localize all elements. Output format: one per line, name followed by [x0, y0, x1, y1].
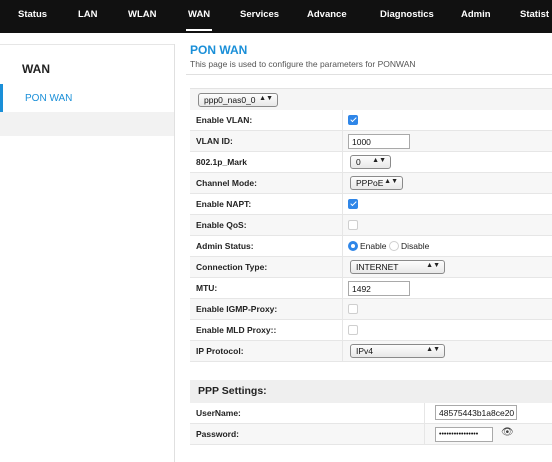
page-description: This page is used to configure the param…: [190, 59, 416, 69]
p-mark-label: 802.1p_Mark: [196, 157, 248, 167]
select-arrows-icon: ▲▼: [372, 157, 386, 164]
username-label: UserName:: [196, 408, 241, 418]
ppp-settings-heading: PPP Settings:: [190, 380, 552, 403]
vlan-id-label: VLAN ID:: [196, 136, 233, 146]
admin-status-disable-radio[interactable]: [389, 241, 399, 251]
row-connection-type: Connection Type: INTERNET ▲▼: [190, 257, 552, 278]
tab-services[interactable]: Services: [240, 0, 279, 33]
row-enable-qos: Enable QoS:: [190, 215, 552, 236]
row-admin-status: Admin Status: Enable Disable: [190, 236, 552, 257]
p-mark-select[interactable]: 0 ▲▼: [350, 155, 391, 169]
row-enable-vlan: Enable VLAN:: [190, 110, 552, 131]
enable-vlan-checkbox[interactable]: [348, 115, 358, 125]
tab-status[interactable]: Status: [18, 0, 47, 33]
show-password-eye-icon[interactable]: 👁: [501, 427, 514, 438]
admin-status-label: Admin Status:: [196, 241, 254, 251]
tab-wlan[interactable]: WLAN: [128, 0, 157, 33]
admin-status-disable-label: Disable: [401, 241, 430, 251]
tab-admin[interactable]: Admin: [461, 0, 491, 33]
row-mtu: MTU: 1492: [190, 278, 552, 299]
row-enable-napt: Enable NAPT:: [190, 194, 552, 215]
mld-proxy-label: Enable MLD Proxy::: [196, 325, 277, 335]
row-igmp-proxy: Enable IGMP-Proxy:: [190, 299, 552, 320]
channel-mode-select[interactable]: PPPoE ▲▼: [350, 176, 403, 190]
ip-protocol-label: IP Protocol:: [196, 346, 244, 356]
vlan-id-input[interactable]: 1000: [348, 134, 410, 149]
row-password: Password: •••••••••••••••• 👁: [190, 424, 552, 445]
tab-diagnostics[interactable]: Diagnostics: [380, 0, 434, 33]
channel-mode-select-value: PPPoE: [356, 178, 384, 188]
tab-advance[interactable]: Advance: [307, 0, 347, 33]
igmp-proxy-checkbox[interactable]: [348, 304, 358, 314]
row-ip-protocol: IP Protocol: IPv4 ▲▼: [190, 341, 552, 362]
connection-type-label: Connection Type:: [196, 262, 268, 272]
channel-mode-label: Channel Mode:: [196, 178, 257, 188]
row-p-mark: 802.1p_Mark 0 ▲▼: [190, 152, 552, 173]
tab-wan[interactable]: WAN: [185, 0, 213, 33]
admin-status-enable-radio[interactable]: [348, 241, 358, 251]
enable-napt-checkbox[interactable]: [348, 199, 358, 209]
mtu-label: MTU:: [196, 283, 218, 293]
password-input[interactable]: ••••••••••••••••: [435, 427, 493, 442]
ip-protocol-select[interactable]: IPv4 ▲▼: [350, 344, 445, 358]
tab-lan[interactable]: LAN: [78, 0, 98, 33]
tab-statistics[interactable]: Statist: [520, 0, 549, 33]
sidebar-item-pon-wan[interactable]: PON WAN: [0, 84, 174, 112]
enable-qos-checkbox[interactable]: [348, 220, 358, 230]
connection-type-select-value: INTERNET: [356, 262, 399, 272]
select-arrows-icon: ▲▼: [259, 95, 273, 102]
page-title: PON WAN: [190, 43, 248, 57]
row-mld-proxy: Enable MLD Proxy::: [190, 320, 552, 341]
connection-select-value: ppp0_nas0_0: [204, 95, 256, 105]
connection-bar: ppp0_nas0_0 ▲▼: [190, 88, 552, 110]
select-arrows-icon: ▲▼: [426, 346, 440, 353]
title-divider: [186, 74, 552, 75]
username-input[interactable]: 48575443b1a8ce20: [435, 405, 517, 420]
select-arrows-icon: ▲▼: [426, 262, 440, 269]
admin-status-enable-label: Enable: [360, 241, 387, 251]
ip-protocol-select-value: IPv4: [356, 346, 374, 356]
enable-napt-label: Enable NAPT:: [196, 199, 252, 209]
row-vlan-id: VLAN ID: 1000: [190, 131, 552, 152]
connection-select[interactable]: ppp0_nas0_0 ▲▼: [198, 93, 278, 107]
sidebar-title: WAN: [0, 44, 174, 84]
connection-type-select[interactable]: INTERNET ▲▼: [350, 260, 445, 274]
igmp-proxy-label: Enable IGMP-Proxy:: [196, 304, 278, 314]
enable-vlan-label: Enable VLAN:: [196, 115, 253, 125]
mld-proxy-checkbox[interactable]: [348, 325, 358, 335]
top-nav: Status LAN WLAN WAN Services Advance Dia…: [0, 0, 552, 33]
row-channel-mode: Channel Mode: PPPoE ▲▼: [190, 173, 552, 194]
row-username: UserName: 48575443b1a8ce20: [190, 403, 552, 424]
mtu-input[interactable]: 1492: [348, 281, 410, 296]
select-arrows-icon: ▲▼: [384, 178, 398, 185]
sidebar-divider: [174, 44, 175, 462]
p-mark-select-value: 0: [356, 157, 361, 167]
sidebar: WAN PON WAN: [0, 44, 174, 136]
password-label: Password:: [196, 429, 239, 439]
enable-qos-label: Enable QoS:: [196, 220, 247, 230]
